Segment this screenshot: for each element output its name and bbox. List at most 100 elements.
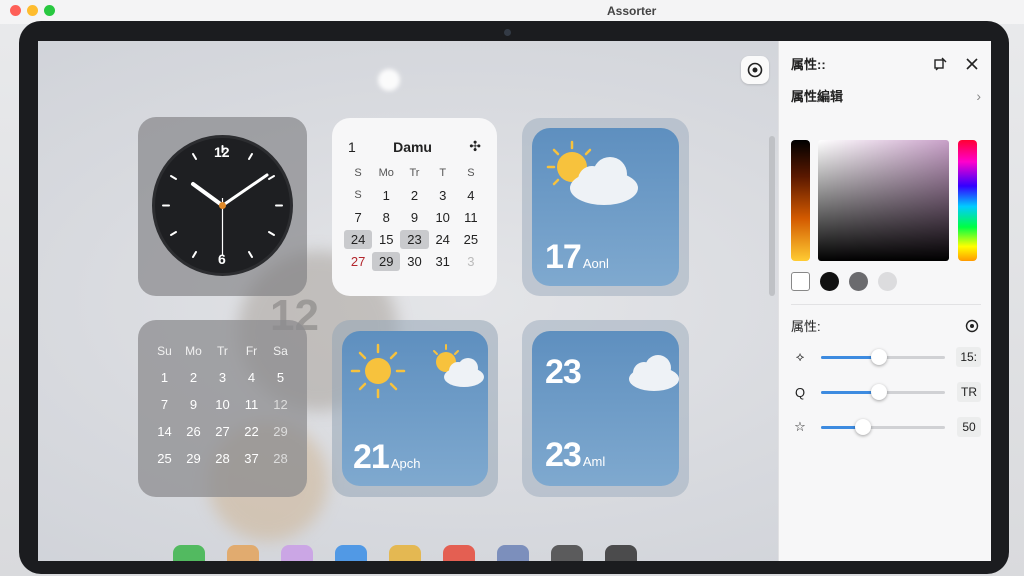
settings-button[interactable] <box>963 317 981 335</box>
camera-icon <box>504 29 511 36</box>
slider-knob[interactable] <box>871 383 888 400</box>
calendar-cell[interactable]: 3 <box>208 370 237 385</box>
messages-app-icon[interactable] <box>173 545 205 561</box>
slider-row-search: Q TR <box>791 382 981 402</box>
calendar-cell[interactable]: 10 <box>429 208 457 227</box>
pin-icon[interactable]: ✣ <box>469 138 481 155</box>
calendar-cell-selected[interactable]: 29 <box>372 252 401 271</box>
calendar-cell[interactable]: 27 <box>208 424 237 439</box>
close-panel-button[interactable] <box>963 55 981 73</box>
app-icon[interactable] <box>551 545 583 561</box>
calendar-cell[interactable]: 12 <box>266 397 295 412</box>
app-icon[interactable] <box>497 545 529 561</box>
calendar-cell[interactable]: 25 <box>457 230 485 249</box>
calendar-cell[interactable]: 28 <box>208 451 237 466</box>
app-icon[interactable] <box>605 545 637 561</box>
slider-knob[interactable] <box>871 348 888 365</box>
calendar-cell[interactable]: 5 <box>266 370 295 385</box>
app-icon[interactable] <box>227 545 259 561</box>
calendar-widget-dark[interactable]: Su Mo Tr Fr Sa 1 2 3 4 5 7 9 10 11 12 14… <box>138 320 307 497</box>
calendar-cell[interactable]: 31 <box>429 252 457 271</box>
calendar-weekday: Fr <box>245 344 258 358</box>
panel-actions <box>931 55 981 73</box>
calendar-cell[interactable]: 2 <box>179 370 208 385</box>
section-title: 属性: <box>791 319 821 334</box>
swatch-light-gray[interactable] <box>878 272 897 291</box>
temperature-value: 23 <box>545 436 582 474</box>
swatch-white[interactable] <box>791 272 810 291</box>
calendar-cell[interactable]: 24 <box>429 230 457 249</box>
app-icon[interactable] <box>281 545 313 561</box>
clock-widget[interactable]: 12 6 <box>138 117 307 296</box>
weather-widget[interactable]: 21 Apch <box>342 331 488 486</box>
calendar-cell[interactable]: 25 <box>150 451 179 466</box>
slider-row-star: ☆ 50 <box>791 417 981 437</box>
calendar-cell[interactable]: 11 <box>457 208 485 227</box>
minimize-window-button[interactable] <box>27 5 38 16</box>
app-icon[interactable] <box>335 545 367 561</box>
calendar-cell[interactable]: 26 <box>179 424 208 439</box>
calendar-cell[interactable]: 2 <box>400 186 428 205</box>
pin-icon <box>934 57 947 70</box>
calendar-cell[interactable]: 15 <box>372 230 400 249</box>
calendar-cell[interactable]: 29 <box>179 451 208 466</box>
calendar-cell[interactable]: 1 <box>150 370 179 385</box>
swatch-gray[interactable] <box>849 272 868 291</box>
calendar-cell-highlighted[interactable]: 24 <box>344 230 373 249</box>
swatch-black[interactable] <box>820 272 839 291</box>
speed-slider[interactable] <box>821 348 945 365</box>
calendar-cell[interactable]: 28 <box>266 451 295 466</box>
calendar-cell-highlighted[interactable]: 23 <box>400 230 429 249</box>
section-header-edit[interactable]: 属性編辑 › <box>791 86 981 105</box>
partly-cloudy-icon <box>546 140 638 205</box>
calendar-cell[interactable]: 14 <box>150 424 179 439</box>
slider-value[interactable]: TR <box>957 382 981 402</box>
calendar-cell[interactable]: 37 <box>237 451 266 466</box>
browser-app-icon[interactable] <box>443 545 475 561</box>
cloud-icon <box>629 355 679 391</box>
close-window-button[interactable] <box>10 5 21 16</box>
shade-slider[interactable] <box>791 140 810 261</box>
scrollbar[interactable] <box>769 136 775 296</box>
calendar-weekday: Sa <box>273 344 288 358</box>
calendar-month: Damu <box>393 138 432 155</box>
calendar-cell[interactable]: S <box>344 186 372 205</box>
weather-temperature: 21 Apch <box>353 438 420 477</box>
calendar-cell[interactable]: 8 <box>372 208 400 227</box>
calendar-cell[interactable]: 7 <box>344 208 372 227</box>
calendar-cell[interactable]: 10 <box>208 397 237 412</box>
calendar-cell[interactable]: 4 <box>237 370 266 385</box>
pin-panel-button[interactable] <box>931 55 949 73</box>
calendar-cell[interactable]: 3 <box>457 252 485 271</box>
calendar-cell[interactable]: 9 <box>179 397 208 412</box>
weather-widget[interactable]: 23 23 Aml <box>532 331 679 486</box>
calendar-cell[interactable]: 3 <box>429 186 457 205</box>
calendar-cell[interactable]: 27 <box>344 252 372 271</box>
color-picker-area[interactable] <box>818 140 949 261</box>
slider-knob[interactable] <box>855 418 872 435</box>
calendar-cell[interactable]: 9 <box>400 208 428 227</box>
calendar-cell[interactable]: 30 <box>400 252 428 271</box>
weather-widget[interactable]: 17 Aonl <box>532 128 679 286</box>
hue-slider[interactable] <box>958 140 977 261</box>
calendar-widget[interactable]: 1 Damu ✣ S Mo Tr T S S 1 2 3 4 7 8 9 10 … <box>332 118 497 296</box>
pencil-app-icon[interactable] <box>389 545 421 561</box>
search-slider[interactable] <box>821 383 945 400</box>
star-slider[interactable] <box>821 418 945 435</box>
calendar-dark-grid: Su Mo Tr Fr Sa 1 2 3 4 5 7 9 10 11 12 14… <box>150 344 295 466</box>
slider-value[interactable]: 15: <box>956 347 981 367</box>
slider-value[interactable]: 50 <box>957 417 981 437</box>
calendar-cell[interactable]: 29 <box>266 424 295 439</box>
speed-icon: ⟡ <box>795 349 805 364</box>
preview-toggle-button[interactable] <box>741 56 769 84</box>
clock-number-12: 12 <box>214 144 230 160</box>
calendar-cell[interactable]: 22 <box>237 424 266 439</box>
calendar-header: 1 Damu ✣ <box>348 138 481 155</box>
panel-header: 属性:: <box>791 54 981 73</box>
zoom-window-button[interactable] <box>44 5 55 16</box>
color-swatches <box>791 272 897 291</box>
calendar-cell[interactable]: 11 <box>237 397 266 412</box>
calendar-cell[interactable]: 1 <box>372 186 400 205</box>
calendar-cell[interactable]: 7 <box>150 397 179 412</box>
calendar-cell[interactable]: 4 <box>457 186 485 205</box>
